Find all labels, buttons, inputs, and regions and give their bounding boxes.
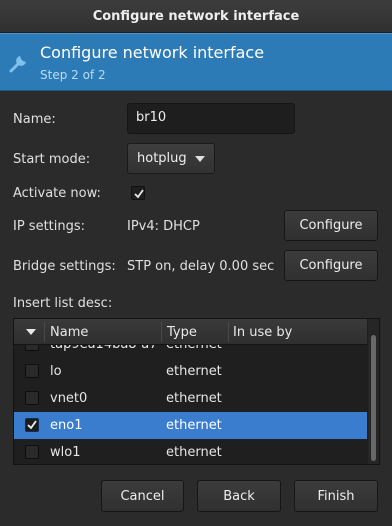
banner-step: Step 2 of 2 [40, 68, 106, 82]
activate-now-label: Activate now: [13, 186, 101, 201]
row-type: ethernet [166, 364, 222, 379]
window-title: Configure network interface [92, 9, 300, 24]
row-name: lo [50, 364, 62, 379]
row-name: wlo1 [50, 445, 81, 460]
list-description-label: Insert list desc: [13, 296, 113, 311]
row-type: ethernet [166, 418, 222, 433]
column-header-name[interactable]: Name [50, 325, 88, 340]
row-checkbox[interactable] [25, 391, 39, 405]
column-header-in-use-by[interactable]: In use by [233, 325, 292, 340]
list-row[interactable]: lo ethernet [14, 358, 367, 385]
start-mode-value: hotplug [137, 151, 187, 166]
column-divider [161, 322, 162, 342]
checkmark-icon [27, 420, 37, 430]
bridge-settings-label: Bridge settings: [13, 259, 116, 274]
row-checkbox[interactable] [25, 345, 39, 351]
wizard-banner: Configure network interface Step 2 of 2 [0, 33, 392, 91]
bridge-configure-button[interactable]: Configure [284, 250, 378, 281]
cancel-button[interactable]: Cancel [101, 480, 184, 512]
banner-title: Configure network interface [40, 43, 265, 62]
checkmark-icon [134, 189, 144, 199]
list-header: Name Type In use by [14, 319, 367, 345]
row-type: ethernet [166, 391, 222, 406]
column-divider [44, 322, 45, 342]
chevron-down-icon [195, 156, 205, 162]
finish-button[interactable]: Finish [294, 480, 378, 512]
column-header-type[interactable]: Type [167, 325, 197, 340]
row-name: eno1 [50, 418, 83, 433]
row-name: vnet0 [50, 391, 88, 406]
start-mode-label: Start mode: [13, 152, 91, 167]
row-type: ethernet [166, 345, 222, 352]
window-titlebar: Configure network interface [0, 0, 392, 33]
name-input[interactable]: br10 [127, 103, 295, 134]
ip-configure-button[interactable]: Configure [284, 210, 378, 241]
column-divider [228, 322, 229, 342]
row-name: tap9ea14ba8-a7 [50, 345, 158, 352]
start-mode-dropdown[interactable]: hotplug [127, 143, 215, 174]
row-checkbox[interactable] [25, 418, 39, 432]
list-row[interactable]: vnet0 ethernet [14, 385, 367, 412]
list-rows: tap9ea14ba8-a7 ethernet lo ethernet vnet… [14, 345, 367, 464]
bridge-settings-value: STP on, delay 0.00 sec [127, 259, 275, 274]
row-checkbox[interactable] [25, 364, 39, 378]
ip-settings-value: IPv4: DHCP [127, 219, 200, 234]
scrollbar-thumb[interactable] [371, 335, 376, 461]
list-row[interactable]: wlo1 ethernet [14, 439, 367, 464]
interface-list[interactable]: Name Type In use by tap9ea14ba8-a7 ether… [13, 318, 380, 465]
list-row-selected[interactable]: eno1 ethernet [14, 412, 367, 439]
row-checkbox[interactable] [25, 445, 39, 459]
list-scrollbar[interactable] [368, 319, 379, 464]
name-label: Name: [13, 112, 56, 127]
activate-now-checkbox[interactable] [131, 186, 145, 200]
ip-settings-label: IP settings: [13, 219, 86, 234]
wrench-icon [9, 56, 26, 73]
row-type: ethernet [166, 445, 222, 460]
sort-descending-icon[interactable] [26, 329, 36, 335]
back-button[interactable]: Back [197, 480, 281, 512]
list-row[interactable]: tap9ea14ba8-a7 ethernet [14, 345, 367, 358]
